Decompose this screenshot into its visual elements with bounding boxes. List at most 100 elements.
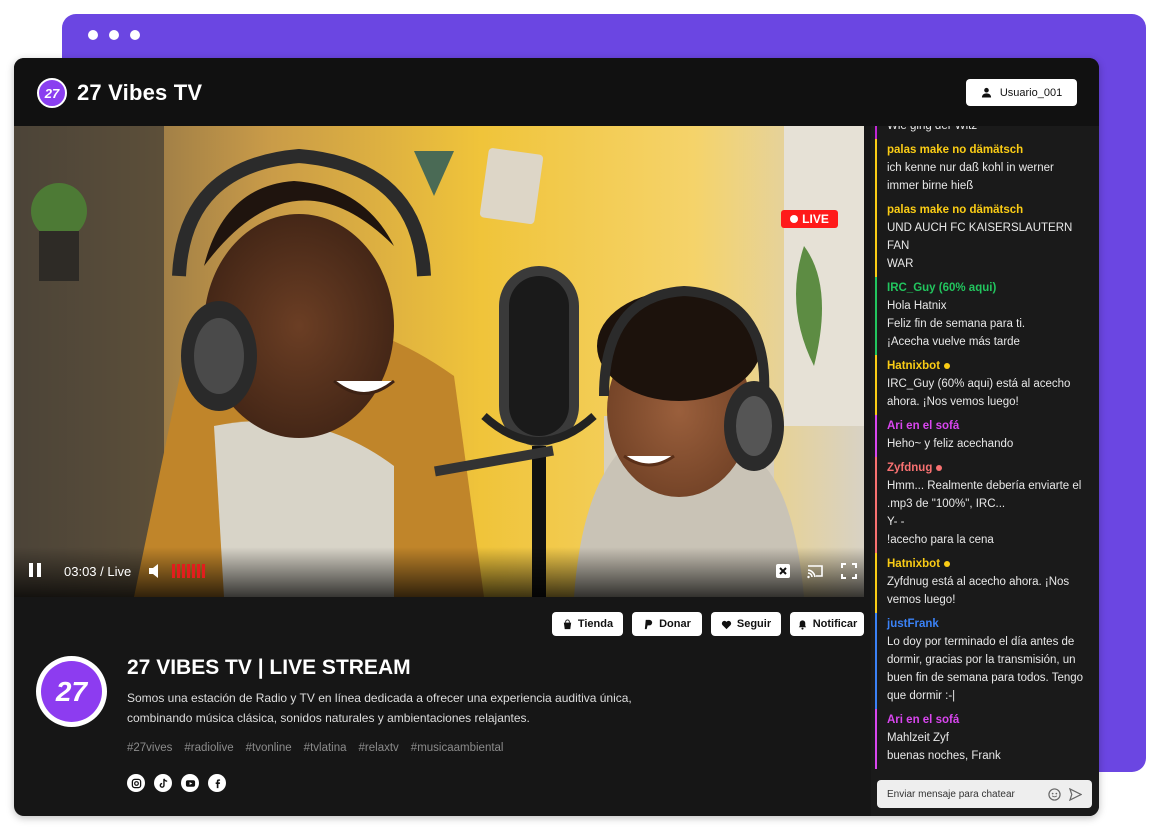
chat-username[interactable]: justFrank [887, 615, 1093, 633]
chat-message-text: Feliz fin de semana para ti. [887, 318, 1026, 330]
chat-message-text: UND AUCH FC KAISERSLAUTERN FAN [887, 222, 1073, 252]
close-icon[interactable] [774, 562, 792, 580]
channel-avatar[interactable]: 27 [36, 656, 107, 727]
emoji-icon[interactable] [1048, 787, 1061, 801]
heart-icon [721, 620, 731, 629]
chat-message-text: ¡Acecha vuelve más tarde [887, 336, 1020, 348]
chat-message-text: !acecho para la cena [887, 534, 994, 546]
tiktok-icon[interactable] [154, 774, 172, 792]
chat-message: Hatnixbot Zyfdnug está al acecho ahora. ¡… [875, 553, 1099, 613]
chat-message-text: ich kenne nur daß kohl in werner [887, 162, 1054, 174]
hashtag[interactable]: #tvonline [246, 742, 292, 754]
user-badge-icon [936, 465, 943, 471]
brand-name[interactable]: 27 Vibes TV [77, 80, 202, 106]
chat-message: palas make no dämätsch ich kenne nur daß … [875, 139, 1099, 199]
user-badge-icon [944, 363, 951, 369]
chat-username-label: palas make no dämätsch [887, 204, 1024, 216]
follow-label: Seguir [736, 618, 772, 630]
chat-username-label: Hatnixbot [887, 360, 941, 372]
social-links [127, 774, 226, 792]
hashtag-list: #27vives #radiolive #tvonline #tvlatina #rel… [127, 742, 503, 754]
chat-message-text: Mahlzeit Zyf [887, 732, 949, 744]
chat-message-text: Lo doy por terminado el día antes de [887, 636, 1075, 648]
shop-button[interactable]: Tienda [552, 612, 623, 636]
chat-message-text: que dormir :-| [887, 690, 956, 702]
chat-username[interactable]: Ari en el sofá [887, 417, 1093, 435]
window-dot [109, 30, 119, 40]
hashtag[interactable]: #27vives [127, 742, 172, 754]
chat-username-label: Hatnixbot [887, 558, 941, 570]
notify-button[interactable]: Notificar [790, 612, 864, 636]
chat-message: Zyfdnug Hmm... Realmente debería enviarte… [875, 457, 1099, 553]
send-icon[interactable] [1069, 787, 1082, 801]
hashtag[interactable]: #relaxtv [359, 742, 399, 754]
pause-button[interactable] [29, 563, 43, 579]
window-controls [88, 30, 140, 40]
chat-username[interactable]: Zyfdnug [887, 459, 1093, 477]
chat-message-text: buen fin de semana para todos. Tengo [887, 672, 1084, 684]
hashtag[interactable]: #radiolive [184, 742, 233, 754]
paypal-icon [644, 619, 653, 629]
donate-button[interactable]: Donar [632, 612, 702, 636]
chat-username-label: Zyfdnug [887, 462, 933, 474]
bell-icon [798, 619, 806, 630]
window-dot [130, 30, 140, 40]
chat-message-text: Heho~ y feliz acechando [887, 438, 1014, 450]
live-dot-icon [790, 215, 799, 223]
follow-button[interactable]: Seguir [711, 612, 781, 636]
chat-message-text: IRC_Guy (60% aqui) está al acecho [887, 378, 1071, 390]
chat-username[interactable]: palas make no dämätsch [887, 141, 1093, 159]
live-badge: LIVE [781, 210, 838, 228]
chat-username-label: Ari en el sofá [887, 420, 960, 432]
hashtag[interactable]: #musicaambiental [411, 742, 504, 754]
chat-message-text: Hola Hatnix [887, 300, 947, 312]
brand-logo[interactable]: 27 [37, 78, 67, 108]
chat-username[interactable]: Hatnixbot [887, 555, 1093, 573]
volume-icon[interactable] [148, 563, 162, 579]
chat-message-text: vemos luego! [887, 594, 956, 606]
chat-username-label: Ari en el sofá [887, 714, 960, 726]
chat-message-text: immer birne hieß [887, 180, 974, 192]
chat-username[interactable]: Ari en el sofá [887, 711, 1093, 729]
window-dot [88, 30, 98, 40]
channel-description: Somos una estación de Radio y TV en líne… [127, 691, 632, 725]
volume-slider[interactable] [172, 564, 205, 578]
chat-message-text: WAR [887, 258, 914, 270]
playback-time: 03:03 / Live [64, 564, 132, 579]
channel-title: 27 VIBES TV | LIVE STREAM [127, 656, 411, 679]
cast-icon[interactable] [806, 562, 824, 580]
chat-username[interactable]: IRC_Guy (60% aqui) [887, 279, 1093, 297]
live-label: LIVE [802, 212, 829, 226]
hashtag[interactable]: #tvlatina [304, 742, 347, 754]
instagram-icon[interactable] [127, 774, 145, 792]
video-frame [14, 126, 864, 597]
user-label: Usuario_001 [999, 86, 1063, 99]
youtube-icon[interactable] [181, 774, 199, 792]
app-window: 27 27 Vibes TV Usuario_001 LIVE 03:03 / … [14, 58, 1099, 816]
facebook-icon[interactable] [208, 774, 226, 792]
shop-label: Tienda [577, 618, 614, 630]
chat-input-placeholder: Enviar mensaje para chatear [887, 788, 1015, 800]
chat-message-text: Hmm... Realmente debería enviarte el [887, 480, 1082, 492]
chat-message-text: Zyfdnug está al acecho ahora. ¡Nos [887, 576, 1070, 588]
top-bar: 27 27 Vibes TV Usuario_001 [14, 58, 1099, 126]
chat-input[interactable]: Enviar mensaje para chatear [877, 780, 1092, 808]
chat-message: Ari en el sofá Mahlzeit Zyf buenas noches,… [875, 709, 1099, 769]
chat-message-text: dormir, gracias por la transmisión, un [887, 654, 1076, 666]
chat-message-text: .mp3 de "100%", IRC... [887, 498, 1006, 510]
player-controls-bar [14, 547, 864, 597]
fullscreen-icon[interactable] [840, 562, 858, 580]
chat-message: Ari en el sofá Heho~ y feliz acechando [875, 415, 1099, 457]
user-account-button[interactable]: Usuario_001 [966, 79, 1077, 106]
chat-message: Wie ging der Witz [875, 126, 1099, 139]
chat-username-label: IRC_Guy (60% aqui) [887, 282, 997, 294]
chat-username-label: palas make no dämätsch [887, 144, 1024, 156]
bag-icon [563, 618, 572, 629]
user-icon [981, 87, 991, 98]
chat-username[interactable]: Hatnixbot [887, 357, 1093, 375]
chat-panel: Wie ging der Witz palas make no dämätsch i… [871, 126, 1099, 816]
video-player[interactable]: LIVE [14, 126, 864, 597]
chat-username[interactable]: palas make no dämätsch [887, 201, 1093, 219]
chat-message-text: Wie ging der Witz [887, 126, 978, 132]
chat-message-text: Y- - [887, 516, 905, 528]
